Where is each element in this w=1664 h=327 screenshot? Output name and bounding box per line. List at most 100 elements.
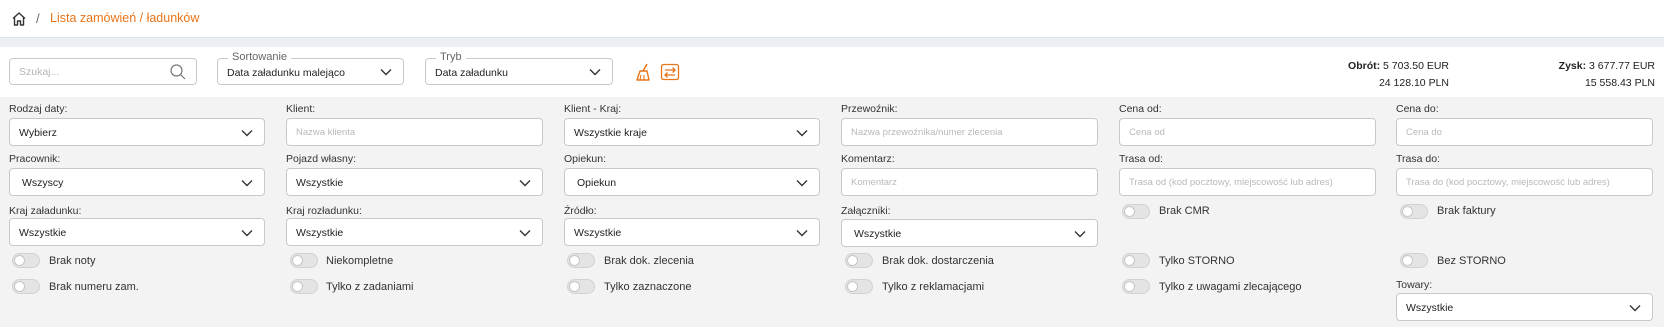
- attachments-select[interactable]: Wszystkie: [841, 219, 1098, 247]
- toggle-without-storno-label: Bez STORNO: [1437, 255, 1506, 267]
- turnover-pln: 24 128.10 PLN: [1378, 77, 1449, 89]
- client-input[interactable]: [287, 119, 542, 145]
- goods-label: Towary:: [1396, 279, 1433, 291]
- toggle-no-invoice-label: Brak faktury: [1437, 205, 1496, 217]
- loading-country-select[interactable]: Wszystkie: [9, 218, 265, 246]
- price-from-label: Cena od:: [1119, 103, 1162, 115]
- broom-icon[interactable]: [634, 62, 654, 82]
- chevron-down-icon: [1629, 305, 1641, 312]
- toggle-incomplete-label: Niekompletne: [326, 255, 394, 267]
- comment-input[interactable]: [842, 169, 1097, 195]
- turnover-eur: Obrót: 5 703.50 EUR: [1348, 60, 1449, 72]
- toggle-only-with-client-remarks-label: Tylko z uwagami zlecającego: [1159, 281, 1302, 293]
- carrier-field: [841, 118, 1098, 146]
- swap-icon[interactable]: [660, 62, 680, 82]
- source-select[interactable]: Wszystkie: [564, 218, 820, 246]
- unloading-country-label: Kraj rozładunku:: [286, 205, 362, 217]
- toggle-only-with-complaints[interactable]: [845, 279, 873, 294]
- price-to-input[interactable]: [1397, 119, 1652, 145]
- toggle-no-note[interactable]: [12, 253, 40, 268]
- toggle-only-storno-label: Tylko STORNO: [1159, 255, 1235, 267]
- route-to-field: [1396, 168, 1653, 196]
- attachments-value: Wszystkie: [854, 228, 902, 240]
- toggle-no-delivery-doc[interactable]: [845, 253, 873, 268]
- profit-eur-value: 3 677.77 EUR: [1589, 60, 1655, 72]
- supervisor-label: Opiekun:: [564, 153, 607, 165]
- profit-eur: Zysk: 3 677.77 EUR: [1559, 60, 1655, 72]
- chevron-down-icon: [241, 180, 253, 187]
- toggle-no-order-number[interactable]: [12, 279, 40, 294]
- date-type-label: Rodzaj daty:: [9, 103, 68, 115]
- toggle-only-with-complaints-label: Tylko z reklamacjami: [882, 281, 985, 293]
- loading-country-label: Kraj załadunku:: [9, 205, 82, 217]
- attachments-label: Załączniki:: [841, 205, 891, 217]
- breadcrumb-current[interactable]: Lista zamówień / ładunków: [50, 11, 199, 25]
- toggle-no-cmr[interactable]: [1122, 204, 1150, 219]
- source-value: Wszystkie: [574, 227, 622, 239]
- toggle-no-cmr-label: Brak CMR: [1159, 205, 1210, 217]
- own-vehicle-value: Wszystkie: [296, 177, 344, 189]
- search-input[interactable]: [10, 59, 160, 84]
- divider-band: [0, 39, 1664, 47]
- search-icon[interactable]: [169, 63, 187, 81]
- supervisor-select[interactable]: Opiekun: [564, 168, 820, 196]
- date-type-value: Wybierz: [19, 127, 57, 139]
- chevron-down-icon: [241, 130, 253, 137]
- toggle-no-order-doc-label: Brak dok. zlecenia: [604, 255, 694, 267]
- chevron-down-icon: [796, 230, 808, 237]
- client-country-label: Klient - Kraj:: [564, 103, 622, 115]
- client-country-select[interactable]: Wszystkie kraje: [564, 118, 820, 146]
- price-from-field: [1119, 118, 1376, 146]
- supervisor-value: Opiekun: [577, 177, 617, 189]
- route-from-field: [1119, 168, 1376, 196]
- top-bar: [0, 0, 1664, 38]
- profit-pln: 15 558.43 PLN: [1584, 77, 1655, 89]
- toggle-incomplete[interactable]: [290, 253, 318, 268]
- toggle-only-with-tasks[interactable]: [290, 279, 318, 294]
- toggle-without-storno[interactable]: [1400, 253, 1428, 268]
- carrier-input[interactable]: [842, 119, 1097, 145]
- own-vehicle-select[interactable]: Wszystkie: [286, 168, 543, 196]
- toggle-only-with-client-remarks[interactable]: [1122, 279, 1150, 294]
- chevron-down-icon: [589, 69, 601, 76]
- mode-value: Data załadunku: [435, 67, 508, 79]
- turnover-label: Obrót:: [1348, 60, 1381, 72]
- price-to-field: [1396, 118, 1653, 146]
- client-field: [286, 118, 543, 146]
- goods-value: Wszystkie: [1406, 302, 1454, 314]
- search-box: [9, 58, 197, 85]
- toggle-only-marked-label: Tylko zaznaczone: [604, 281, 692, 293]
- toggle-no-invoice[interactable]: [1400, 204, 1428, 219]
- unloading-country-select[interactable]: Wszystkie: [286, 218, 543, 246]
- sorting-value: Data załadunku malejąco: [227, 67, 345, 79]
- employee-label: Pracownik:: [9, 153, 61, 165]
- loading-country-value: Wszystkie: [19, 227, 67, 239]
- chevron-down-icon: [241, 230, 253, 237]
- sorting-legend: Sortowanie: [228, 51, 292, 63]
- home-icon[interactable]: [11, 11, 27, 27]
- date-type-select[interactable]: Wybierz: [9, 118, 265, 146]
- route-from-label: Trasa od:: [1119, 153, 1163, 165]
- goods-select[interactable]: Wszystkie: [1396, 293, 1653, 321]
- toggle-no-order-number-label: Brak numeru zam.: [49, 281, 139, 293]
- client-country-value: Wszystkie kraje: [574, 127, 647, 139]
- route-to-input[interactable]: [1397, 169, 1652, 195]
- carrier-label: Przewoźnik:: [841, 103, 898, 115]
- toggle-only-storno[interactable]: [1122, 253, 1150, 268]
- price-from-input[interactable]: [1120, 119, 1375, 145]
- own-vehicle-label: Pojazd własny:: [286, 153, 357, 165]
- employee-select[interactable]: Wszyscy: [9, 168, 265, 196]
- source-label: Źródło:: [564, 205, 597, 217]
- comment-label: Komentarz:: [841, 153, 895, 165]
- toggle-only-with-tasks-label: Tylko z zadaniami: [326, 281, 414, 293]
- chevron-down-icon: [796, 180, 808, 187]
- price-to-label: Cena do:: [1396, 103, 1439, 115]
- route-from-input[interactable]: [1120, 169, 1375, 195]
- toggle-no-order-doc[interactable]: [567, 253, 595, 268]
- chevron-down-icon: [519, 180, 531, 187]
- chevron-down-icon: [796, 130, 808, 137]
- toggle-only-marked[interactable]: [567, 279, 595, 294]
- employee-value: Wszyscy: [22, 177, 64, 189]
- profit-label: Zysk:: [1558, 60, 1587, 72]
- client-label: Klient:: [286, 103, 316, 115]
